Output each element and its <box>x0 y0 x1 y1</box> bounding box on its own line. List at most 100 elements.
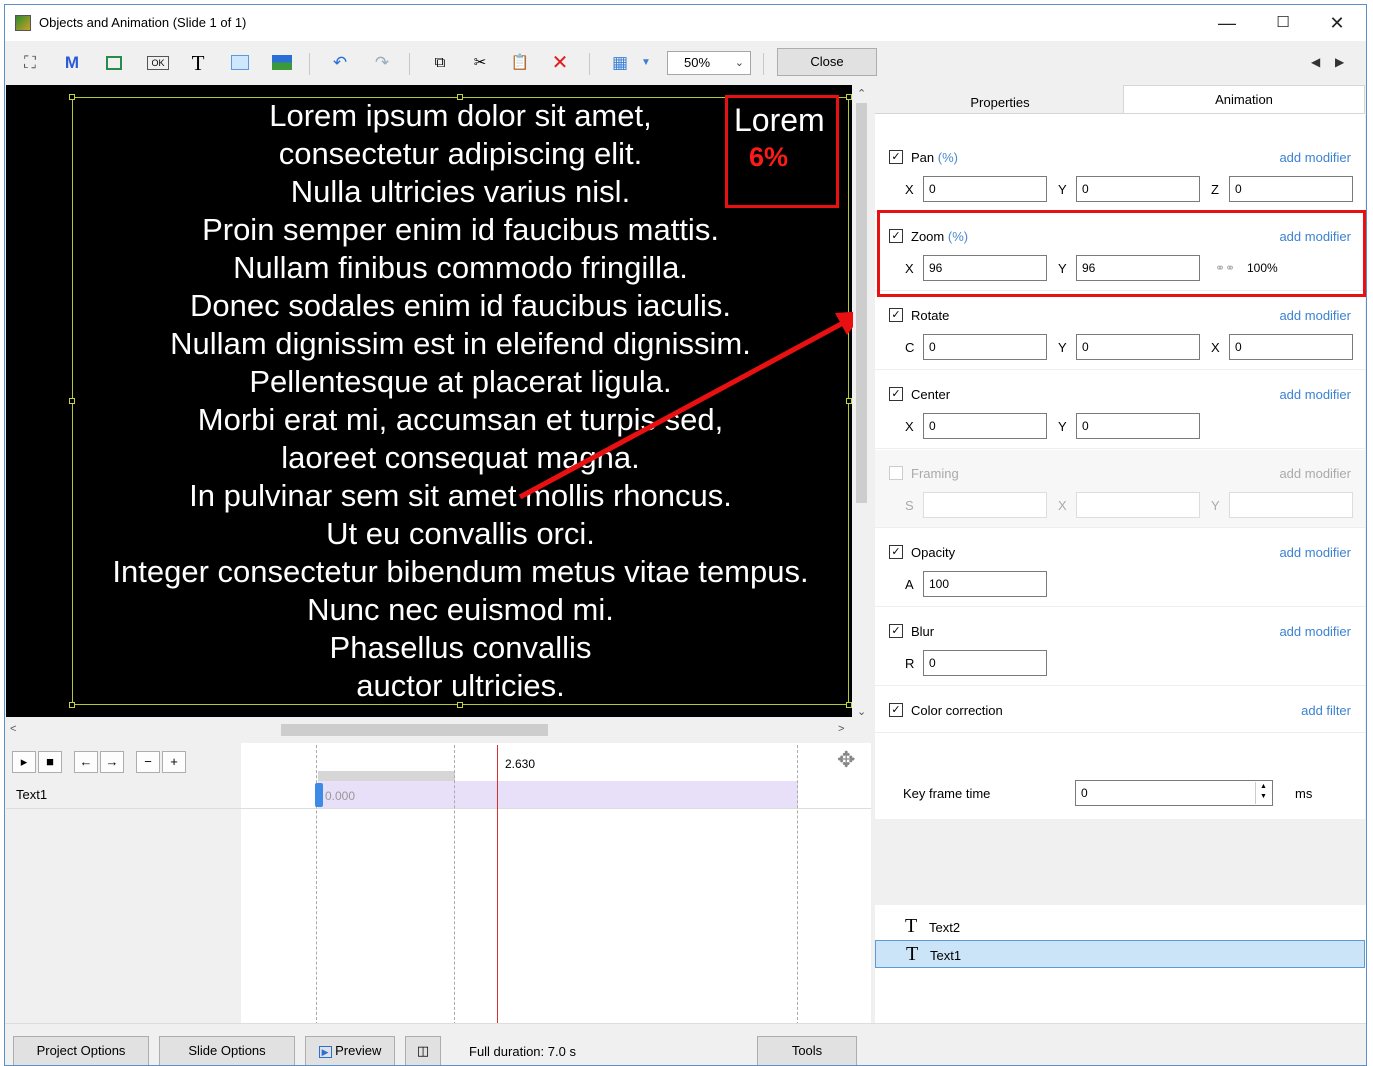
stop-button[interactable]: ■ <box>38 751 62 773</box>
spinner-arrows-icon[interactable]: ▲ ▼ <box>1255 782 1271 804</box>
arrow-right-icon[interactable]: ▶ <box>1335 55 1344 69</box>
app-icon <box>15 15 31 31</box>
scroll-right-icon[interactable]: > <box>838 723 844 735</box>
center-x-field[interactable]: 0 <box>923 413 1047 439</box>
pan-checkbox[interactable]: ✓ <box>889 150 903 164</box>
next-keyframe-button[interactable]: → <box>100 751 124 773</box>
toolbar-separator <box>309 53 310 75</box>
list-item-selected[interactable]: T Text1 <box>875 940 1365 968</box>
center-y-field[interactable]: 0 <box>1076 413 1200 439</box>
zoom-preview-callout: Lorem 6% <box>725 95 839 208</box>
playhead[interactable] <box>497 745 498 1025</box>
rotate-add-modifier-link[interactable]: add modifier <box>1279 308 1351 323</box>
blur-r-field[interactable]: 0 <box>923 650 1047 676</box>
zoom-checkbox[interactable]: ✓ <box>889 229 903 243</box>
maximize-button[interactable]: ☐ <box>1263 11 1303 35</box>
track-row[interactable]: Text1 <box>6 779 871 809</box>
framing-checkbox[interactable] <box>889 466 903 480</box>
minimize-button[interactable]: — <box>1207 11 1247 35</box>
image-icon[interactable] <box>269 51 295 75</box>
framing-section: Framing add modifier S X Y <box>875 450 1365 528</box>
preview-button[interactable]: ▶ Preview <box>305 1036 395 1065</box>
undo-icon[interactable]: ↶ <box>327 51 353 75</box>
color-correction-checkbox[interactable]: ✓ <box>889 703 903 717</box>
zoom-select[interactable]: 50% ⌄ <box>667 51 751 75</box>
project-options-button[interactable]: Project Options <box>13 1036 149 1065</box>
frame-icon[interactable] <box>227 51 253 75</box>
rotate-x-field[interactable]: 0 <box>1229 334 1353 360</box>
key-frame-time-field[interactable]: 0 ▲ ▼ <box>1075 780 1273 806</box>
animation-pane: ✓ Pan (%) add modifier X 0 Y 0 Z 0 ✓ Zoo… <box>875 113 1365 819</box>
rotate-section: ✓ Rotate add modifier C 0 Y 0 X 0 <box>875 292 1365 370</box>
toolbar-separator <box>589 53 590 75</box>
timeline-tracks-area[interactable] <box>241 779 871 1024</box>
blur-section: ✓ Blur add modifier R 0 <box>875 608 1365 686</box>
close-button[interactable]: Close <box>777 48 877 76</box>
grid-icon[interactable]: ▦ <box>607 51 633 75</box>
framing-x-label: X <box>1058 498 1067 513</box>
camera-icon[interactable]: ⛶ <box>17 51 43 75</box>
paste-icon[interactable]: 📋 <box>507 51 533 75</box>
center-add-modifier-link[interactable]: add modifier <box>1279 387 1351 402</box>
text-line: laoreet consequat magna. <box>281 440 640 475</box>
arrow-left-icon[interactable]: ◀ <box>1311 55 1320 69</box>
text-object-icon: T <box>906 943 919 965</box>
loop-icon[interactable]: ◫ <box>405 1036 441 1065</box>
opacity-a-field[interactable]: 100 <box>923 571 1047 597</box>
zoom-x-label: X <box>905 261 914 276</box>
scroll-up-icon[interactable]: ⌃ <box>857 87 866 100</box>
delete-icon[interactable]: ✕ <box>547 51 573 75</box>
slide-options-button[interactable]: Slide Options <box>159 1036 295 1065</box>
scroll-left-icon[interactable]: < <box>10 723 16 735</box>
horizontal-scroll-thumb[interactable] <box>281 724 548 736</box>
opacity-add-modifier-link[interactable]: add modifier <box>1279 545 1351 560</box>
link-icon[interactable]: ⚭⚭ <box>1215 261 1235 275</box>
rotate-checkbox[interactable]: ✓ <box>889 308 903 322</box>
center-checkbox[interactable]: ✓ <box>889 387 903 401</box>
play-button[interactable]: ▸ <box>12 751 36 773</box>
tab-animation[interactable]: Animation <box>1123 85 1365 113</box>
pan-title: Pan (%) <box>911 150 958 165</box>
window-close-button[interactable]: ✕ <box>1317 11 1357 35</box>
canvas-horizontal-scrollbar[interactable]: < > <box>6 721 870 738</box>
blur-add-modifier-link[interactable]: add modifier <box>1279 624 1351 639</box>
rotate-y-field[interactable]: 0 <box>1076 334 1200 360</box>
text-line: Integer consectetur bibendum metus vitae… <box>112 554 809 589</box>
cut-icon[interactable]: ✂ <box>467 51 493 75</box>
remove-keyframe-button[interactable]: − <box>136 751 160 773</box>
text-line: In pulvinar sem sit amet mollis rhoncus. <box>189 478 732 513</box>
m-icon[interactable]: M <box>59 51 85 75</box>
redo-icon[interactable]: ↷ <box>369 51 395 75</box>
add-keyframe-button[interactable]: + <box>162 751 186 773</box>
canvas-vertical-scrollbar[interactable]: ⌃ ⌄ <box>853 85 870 721</box>
object-name: Text1 <box>930 948 962 963</box>
list-item[interactable]: T Text2 <box>875 913 1365 941</box>
blur-checkbox[interactable]: ✓ <box>889 624 903 638</box>
rotate-title: Rotate <box>911 308 950 323</box>
text-icon[interactable]: T <box>185 51 211 75</box>
opacity-checkbox[interactable]: ✓ <box>889 545 903 559</box>
rotate-c-field[interactable]: 0 <box>923 334 1047 360</box>
add-filter-link[interactable]: add filter <box>1301 703 1351 718</box>
chevron-down-icon: ⌄ <box>734 57 744 69</box>
zoom-y-field[interactable]: 96 <box>1076 255 1200 281</box>
pan-add-modifier-link[interactable]: add modifier <box>1279 150 1351 165</box>
zoom-add-modifier-link[interactable]: add modifier <box>1279 229 1351 244</box>
rectangle-icon[interactable] <box>101 51 127 75</box>
button-icon[interactable]: OK <box>145 51 171 75</box>
pan-z-field[interactable]: 0 <box>1229 176 1353 202</box>
vertical-scroll-thumb[interactable] <box>856 103 867 503</box>
pan-x-field[interactable]: 0 <box>923 176 1047 202</box>
grid-dropdown-icon[interactable]: ▼ <box>633 51 659 75</box>
key-frame-time-value: 0 <box>1081 786 1088 800</box>
copy-icon[interactable]: ⧉ <box>427 51 453 75</box>
zoom-x-field[interactable]: 96 <box>923 255 1047 281</box>
move-icon[interactable]: ✥ <box>837 747 855 773</box>
pan-y-field[interactable]: 0 <box>1076 176 1200 202</box>
prev-keyframe-button[interactable]: ← <box>74 751 98 773</box>
tools-button[interactable]: Tools <box>757 1036 857 1065</box>
keyframe-marker[interactable] <box>315 783 323 807</box>
slide-canvas[interactable]: Lorem ipsum dolor sit amet, consectetur a… <box>6 85 852 717</box>
scroll-down-icon[interactable]: ⌄ <box>857 705 866 718</box>
text-line: Morbi erat mi, accumsan et turpis sed, <box>197 402 724 437</box>
